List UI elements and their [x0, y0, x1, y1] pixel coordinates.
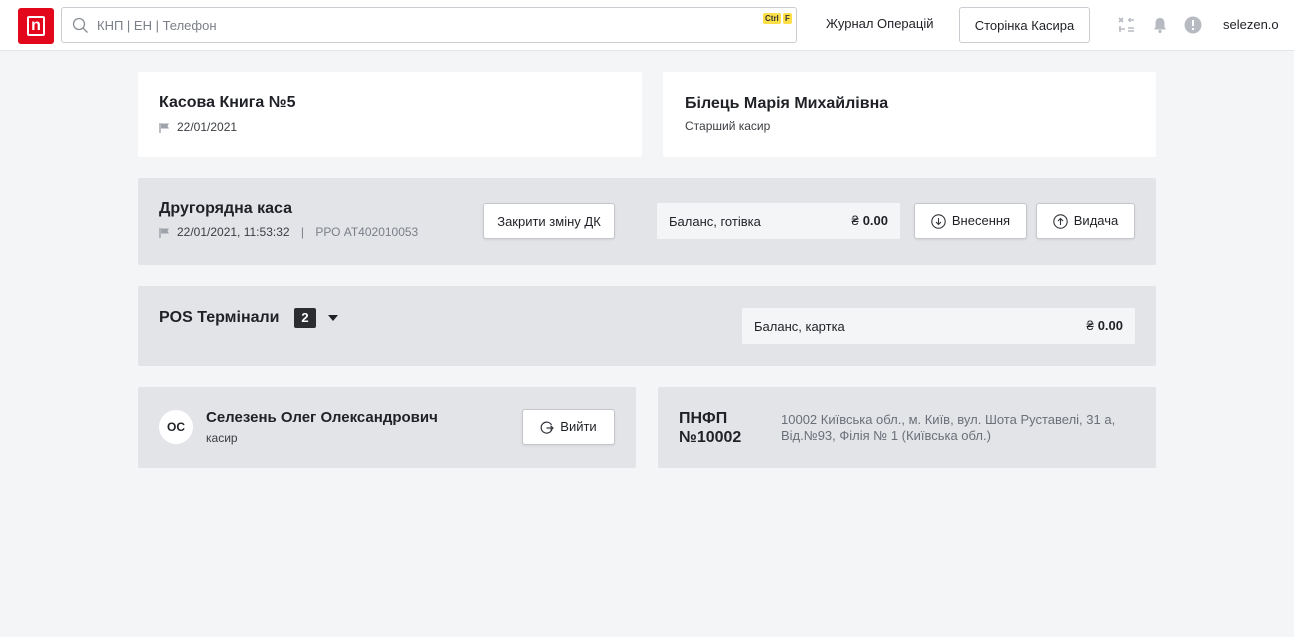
pos-terminals-header[interactable]: POS Термінали 2 — [159, 308, 339, 328]
secondary-register-card: Другорядна каса 22/01/2021, 11:53:32 | Р… — [138, 178, 1156, 265]
pos-terminals-card: POS Термінали 2 Баланс, картка ₴ 0.00 — [138, 286, 1156, 366]
bell-icon[interactable] — [1151, 16, 1169, 34]
arrow-down-circle-icon — [931, 214, 946, 229]
journal-link[interactable]: Журнал Операцій — [826, 16, 934, 31]
top-bar: n Ctrl F Журнал Операцій Сторінка Касира… — [0, 0, 1294, 51]
cash-balance-label: Баланс, готівка — [669, 214, 761, 229]
shortcut-ctrl-badge: Ctrl — [763, 13, 781, 24]
secondary-register-datetime: 22/01/2021, 11:53:32 — [177, 225, 290, 239]
username[interactable]: selezen.o — [1223, 17, 1279, 32]
meta-separator: | — [300, 225, 305, 239]
cashier-page-button[interactable]: Сторінка Касира — [959, 7, 1090, 43]
arrow-up-circle-icon — [1053, 214, 1068, 229]
cashier-name: Селезень Олег Олександрович — [206, 409, 438, 426]
search-box[interactable]: Ctrl F — [61, 7, 797, 43]
pos-count-badge: 2 — [293, 308, 316, 328]
deposit-button[interactable]: Внесення — [914, 203, 1027, 239]
branch-address: 10002 Київська обл., м. Київ, вул. Шота … — [781, 412, 1116, 443]
card-balance: Баланс, картка ₴ 0.00 — [742, 308, 1135, 344]
cash-balance-value-wrap: ₴ 0.00 — [851, 213, 888, 228]
logout-label: Вийти — [560, 419, 597, 435]
senior-cashier-role: Старший касир — [685, 119, 771, 133]
cash-balance-value: 0.00 — [862, 213, 888, 228]
withdraw-label: Видача — [1073, 212, 1119, 228]
secondary-register-title: Другорядна каса — [159, 200, 293, 217]
card-balance-value-wrap: ₴ 0.00 — [1086, 318, 1123, 333]
search-icon — [72, 17, 88, 33]
cashier-role: касир — [206, 431, 238, 445]
alert-icon[interactable] — [1184, 16, 1202, 34]
senior-cashier-name: Білець Марія Михайлівна — [685, 95, 889, 112]
currency-sign: ₴ — [1086, 318, 1094, 333]
secondary-register-meta: 22/01/2021, 11:53:32 | РРО АТ402010053 — [159, 225, 418, 239]
rro-number: РРО АТ402010053 — [315, 225, 419, 239]
cash-book-date: 22/01/2021 — [177, 120, 238, 134]
close-shift-button[interactable]: Закрити зміну ДК — [483, 203, 615, 239]
logo-letter: n — [27, 16, 45, 36]
branch-card: ПНФП №10002 10002 Київська обл., м. Київ… — [658, 387, 1156, 468]
cash-balance: Баланс, готівка ₴ 0.00 — [657, 203, 900, 239]
scan-icon[interactable] — [1117, 16, 1135, 34]
flag-icon — [159, 122, 169, 133]
caret-down-icon[interactable] — [328, 315, 339, 321]
withdraw-button[interactable]: Видача — [1036, 203, 1135, 239]
pos-terminals-title: POS Термінали — [159, 309, 280, 326]
card-balance-label: Баланс, картка — [754, 319, 845, 334]
logout-button[interactable]: Вийти — [522, 409, 615, 445]
cashier-card: ОС Селезень Олег Олександрович касир Вий… — [138, 387, 636, 468]
logout-icon — [540, 421, 555, 434]
card-balance-value: 0.00 — [1097, 318, 1123, 333]
shortcut-key-badge: F — [783, 13, 792, 24]
branch-title: ПНФП №10002 — [679, 410, 742, 446]
senior-cashier-card: Білець Марія Михайлівна Старший касир — [663, 72, 1156, 157]
cash-book-date-row: 22/01/2021 — [159, 120, 237, 134]
cash-book-title: Касова Книга №5 — [159, 94, 296, 111]
avatar: ОС — [159, 410, 193, 444]
deposit-label: Внесення — [951, 212, 1011, 228]
cash-book-card: Касова Книга №5 22/01/2021 — [138, 72, 642, 157]
flag-icon — [159, 227, 169, 238]
currency-sign: ₴ — [851, 213, 859, 228]
search-input[interactable] — [97, 14, 717, 36]
logo[interactable]: n — [18, 8, 54, 44]
